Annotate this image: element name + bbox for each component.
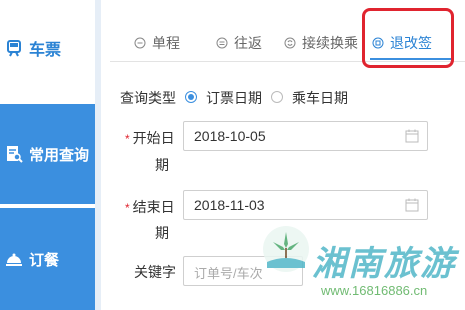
radio-travel-date-label: 乘车日期	[292, 90, 348, 106]
required-mark: *	[125, 132, 130, 146]
watermark-text: 湘南旅游	[312, 244, 456, 284]
start-date-label-text: 开始日	[132, 130, 175, 146]
query-type-label: 查询类型	[120, 90, 176, 106]
meal-bell-icon	[6, 253, 22, 266]
sidebar-item-label: 订餐	[29, 251, 60, 269]
radio-travel-date[interactable]	[271, 91, 283, 103]
sidebar-item-common-query[interactable]: 常用查询	[0, 104, 95, 204]
sidebar-item-label: 常用查询	[29, 146, 90, 164]
end-date-value: 2018-11-03	[194, 197, 265, 213]
tab-transfer[interactable]: 接续换乘	[284, 28, 358, 58]
sidebar-divider	[95, 0, 101, 310]
start-date-label-cont: 期	[155, 157, 169, 173]
end-date-label: * 结束日	[125, 197, 175, 217]
sidebar-item-label: 车票	[29, 42, 62, 59]
sidebar: 车票 常用查询 订餐	[0, 0, 95, 310]
tab-label: 往返	[234, 35, 262, 51]
swap-circle-icon	[284, 37, 296, 49]
document-search-icon	[7, 146, 23, 163]
sidebar-item-tickets[interactable]: 车票	[0, 28, 95, 68]
end-date-label-text: 结束日	[132, 199, 175, 215]
tab-label: 单程	[152, 35, 180, 51]
calendar-icon[interactable]	[405, 129, 419, 143]
tab-highlight-annotation	[362, 8, 454, 68]
minus-circle-icon	[134, 37, 146, 49]
watermark-url: www.16816886.cn	[321, 283, 428, 298]
tab-round-trip[interactable]: 往返	[216, 28, 262, 58]
radio-booking-date[interactable]	[185, 91, 197, 103]
end-date-field[interactable]: 2018-11-03	[183, 190, 428, 220]
equals-circle-icon	[216, 37, 228, 49]
start-date-field[interactable]: 2018-10-05	[183, 121, 428, 151]
calendar-icon[interactable]	[405, 198, 419, 212]
tab-label: 接续换乘	[302, 35, 358, 51]
train-icon	[7, 40, 21, 57]
start-date-label: * 开始日	[125, 128, 175, 148]
sidebar-item-meal[interactable]: 订餐	[0, 208, 95, 310]
radio-booking-date-label: 订票日期	[206, 90, 262, 106]
keyword-placeholder: 订单号/车次	[194, 266, 263, 281]
watermark-logo	[263, 226, 309, 272]
end-date-label-cont: 期	[155, 225, 169, 241]
required-mark: *	[125, 201, 130, 215]
start-date-value: 2018-10-05	[194, 128, 266, 144]
tab-one-way[interactable]: 单程	[134, 28, 180, 58]
keyword-label: 关键字	[134, 264, 176, 280]
